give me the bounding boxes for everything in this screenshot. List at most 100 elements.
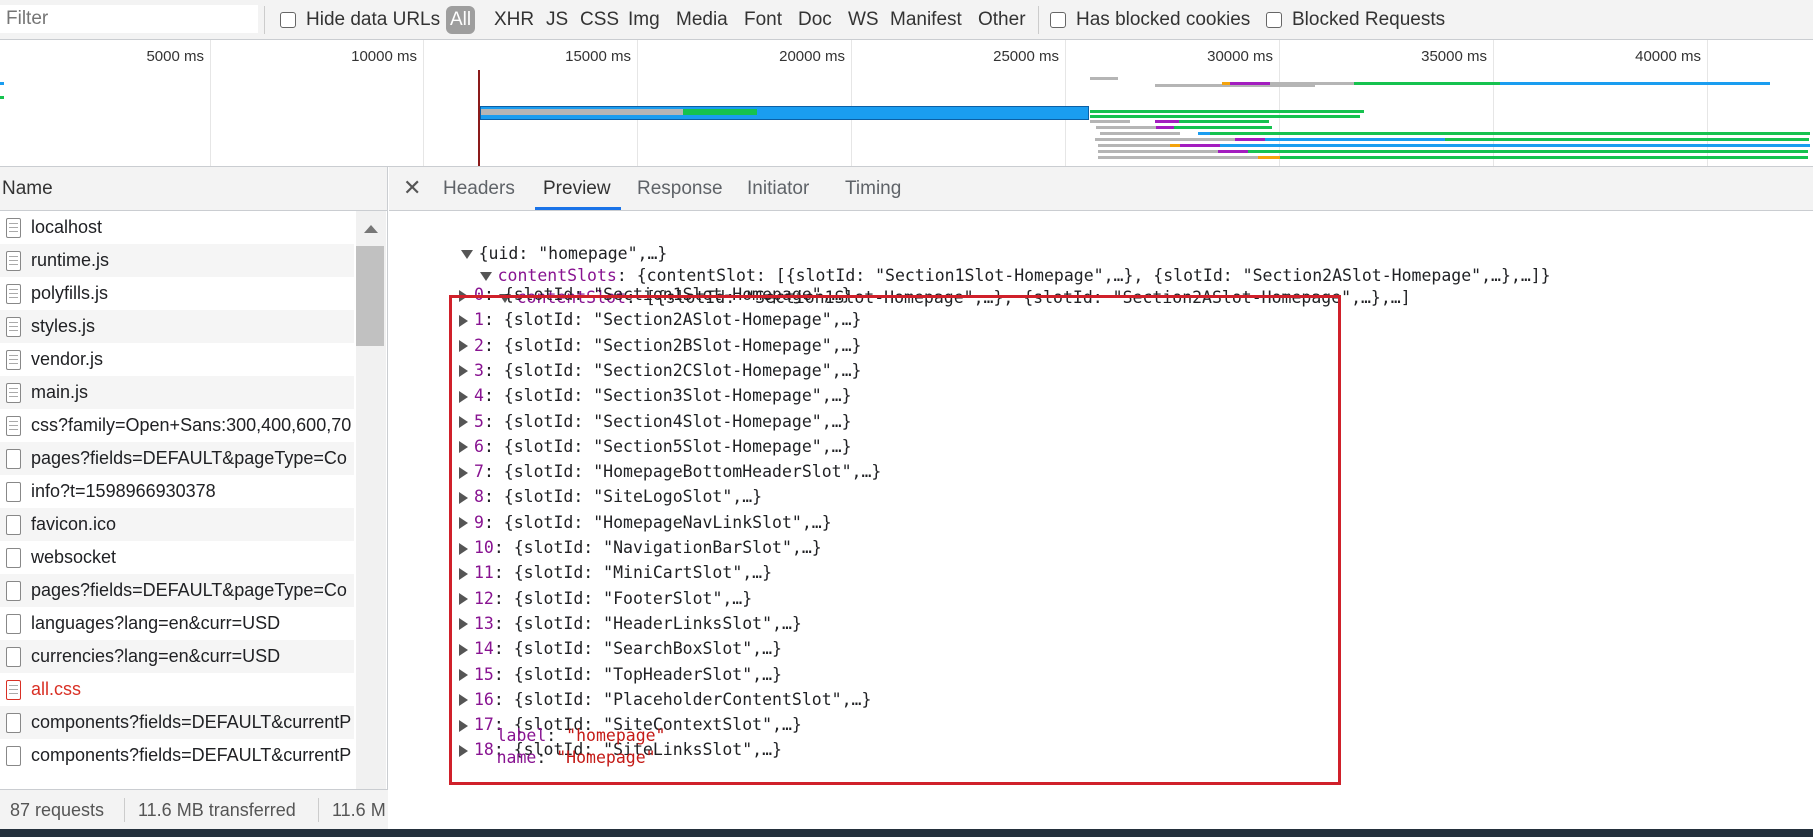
collapsed-triangle-icon[interactable] [459,517,468,530]
request-name: localhost [31,217,103,237]
blank-file-icon [6,580,21,601]
request-row[interactable]: pages?fields=DEFAULT&pageType=Co [0,442,354,475]
request-row[interactable]: languages?lang=en&curr=USD [0,607,354,640]
tab-preview[interactable]: Preview [535,167,621,210]
request-name: runtime.js [31,250,110,270]
slot-id: TopHeaderSlot [613,664,743,684]
slot-item[interactable]: 7: {slotId: "HomepageBottomHeaderSlot",…… [459,459,881,484]
request-row[interactable]: css?family=Open+Sans:300,400,600,70 [0,409,354,442]
collapsed-triangle-icon[interactable] [459,669,468,681]
request-row[interactable]: components?fields=DEFAULT&currentP [0,739,354,772]
request-row[interactable]: main.js [0,376,354,409]
type-filter-ws[interactable]: WS [846,6,881,34]
document-icon [6,217,21,238]
collapsed-triangle-icon[interactable] [459,618,468,631]
type-filter-doc[interactable]: Doc [796,6,834,34]
collapsed-triangle-icon[interactable] [459,365,468,378]
slot-item[interactable]: 13: {slotId: "HeaderLinksSlot",…} [459,611,802,636]
request-row[interactable]: favicon.ico [0,508,354,541]
name-column-header[interactable]: Name [0,167,387,211]
scroll-thumb[interactable] [356,246,384,346]
waterfall-bar [1100,132,1180,135]
slot-item[interactable]: 0: {slotId: "Section1Slot-Homepage",…} [459,282,852,307]
type-filter-img[interactable]: Img [626,6,662,34]
collapsed-triangle-icon[interactable] [459,643,468,656]
tab-initiator[interactable]: Initiator [747,167,809,210]
tab-timing[interactable]: Timing [845,167,901,210]
request-name: languages?lang=en&curr=USD [31,613,281,633]
request-row[interactable]: all.css [0,673,354,706]
request-list-scrollbar[interactable] [356,211,386,815]
slot-item[interactable]: 4: {slotId: "Section3Slot-Homepage",…} [459,383,852,408]
request-row[interactable]: polyfills.js [0,277,354,310]
slot-item[interactable]: 10: {slotId: "NavigationBarSlot",…} [459,535,822,560]
waterfall-bar [1210,132,1810,135]
collapsed-triangle-icon[interactable] [459,567,468,580]
slot-index: 14 [474,639,494,659]
type-filter-other[interactable]: Other [976,6,1028,34]
type-filter-media[interactable]: Media [674,6,730,34]
waterfall-bar [1445,138,1809,141]
collapsed-triangle-icon[interactable] [459,491,468,504]
tab-headers[interactable]: Headers [443,167,515,210]
time-tick-label: 10000 ms [351,48,417,65]
request-row[interactable]: components?fields=DEFAULT&currentP [0,706,354,739]
close-icon[interactable]: ✕ [403,175,421,201]
collapsed-triangle-icon[interactable] [459,542,468,555]
request-row[interactable]: vendor.js [0,343,354,376]
waterfall-bar [1235,138,1265,141]
request-row[interactable]: pages?fields=DEFAULT&pageType=Co [0,574,354,607]
request-row[interactable]: info?t=1598966930378 [0,475,354,508]
filter-input[interactable] [0,5,258,33]
tab-response[interactable]: Response [637,167,723,210]
type-filter-xhr[interactable]: XHR [492,6,536,34]
slot-index: 8 [474,487,484,507]
slot-item[interactable]: 3: {slotId: "Section2CSlot-Homepage",…} [459,358,861,383]
slot-item[interactable]: 12: {slotId: "FooterSlot",…} [459,586,752,611]
collapsed-triangle-icon[interactable] [459,466,468,479]
slot-id: SiteLogoSlot [603,487,723,507]
slot-item[interactable]: 15: {slotId: "TopHeaderSlot",…} [459,662,782,687]
waterfall-bar [1265,138,1445,141]
slot-item[interactable]: 9: {slotId: "HomepageNavLinkSlot",…} [459,510,832,535]
slot-item[interactable]: 5: {slotId: "Section4Slot-Homepage",…} [459,409,852,434]
blocked-requests-checkbox[interactable]: Blocked Requests [1266,8,1445,32]
type-filter-all[interactable]: All [446,6,476,34]
scroll-up-arrow-icon[interactable] [364,225,378,233]
request-name: currencies?lang=en&curr=USD [31,646,281,666]
type-filter-font[interactable]: Font [742,6,784,34]
slot-item[interactable]: 2: {slotId: "Section2BSlot-Homepage",…} [459,333,861,358]
waterfall-bar [1218,150,1248,153]
collapsed-triangle-icon[interactable] [459,441,468,454]
checkbox-icon [1050,12,1066,28]
request-row[interactable]: websocket [0,541,354,574]
slot-item[interactable]: 11: {slotId: "MiniCartSlot",…} [459,560,772,585]
request-row[interactable]: runtime.js [0,244,354,277]
collapsed-triangle-icon[interactable] [459,289,468,302]
collapsed-triangle-icon[interactable] [459,314,468,327]
type-filter-manifest[interactable]: Manifest [888,6,964,34]
hide-data-urls-checkbox[interactable]: Hide data URLs [280,8,440,32]
status-divider [124,798,125,822]
slot-item[interactable]: 1: {slotId: "Section2ASlot-Homepage",…} [459,307,861,332]
has-blocked-cookies-checkbox[interactable]: Has blocked cookies [1050,8,1250,32]
type-filter-js[interactable]: JS [544,6,570,34]
request-row[interactable]: localhost [0,211,354,244]
collapsed-triangle-icon[interactable] [459,340,468,353]
hide-data-urls-label: Hide data URLs [306,9,441,30]
network-overview-timeline[interactable]: 5000 ms 10000 ms 15000 ms 20000 ms 25000 ms 3… [0,40,1813,167]
selected-request-ssl [683,109,757,115]
collapsed-triangle-icon[interactable] [459,593,468,606]
request-row[interactable]: styles.js [0,310,354,343]
collapsed-triangle-icon[interactable] [459,390,468,403]
status-divider [318,798,319,822]
type-filter-css[interactable]: CSS [578,6,621,34]
time-gridline [1707,40,1708,166]
slot-item[interactable]: 8: {slotId: "SiteLogoSlot",…} [459,484,762,509]
slot-index: 11 [474,563,494,583]
slot-index: 3 [474,360,484,380]
slot-item[interactable]: 6: {slotId: "Section5Slot-Homepage",…} [459,434,852,459]
slot-item[interactable]: 14: {slotId: "SearchBoxSlot",…} [459,636,782,661]
collapsed-triangle-icon[interactable] [459,416,468,428]
request-row[interactable]: currencies?lang=en&curr=USD [0,640,354,673]
